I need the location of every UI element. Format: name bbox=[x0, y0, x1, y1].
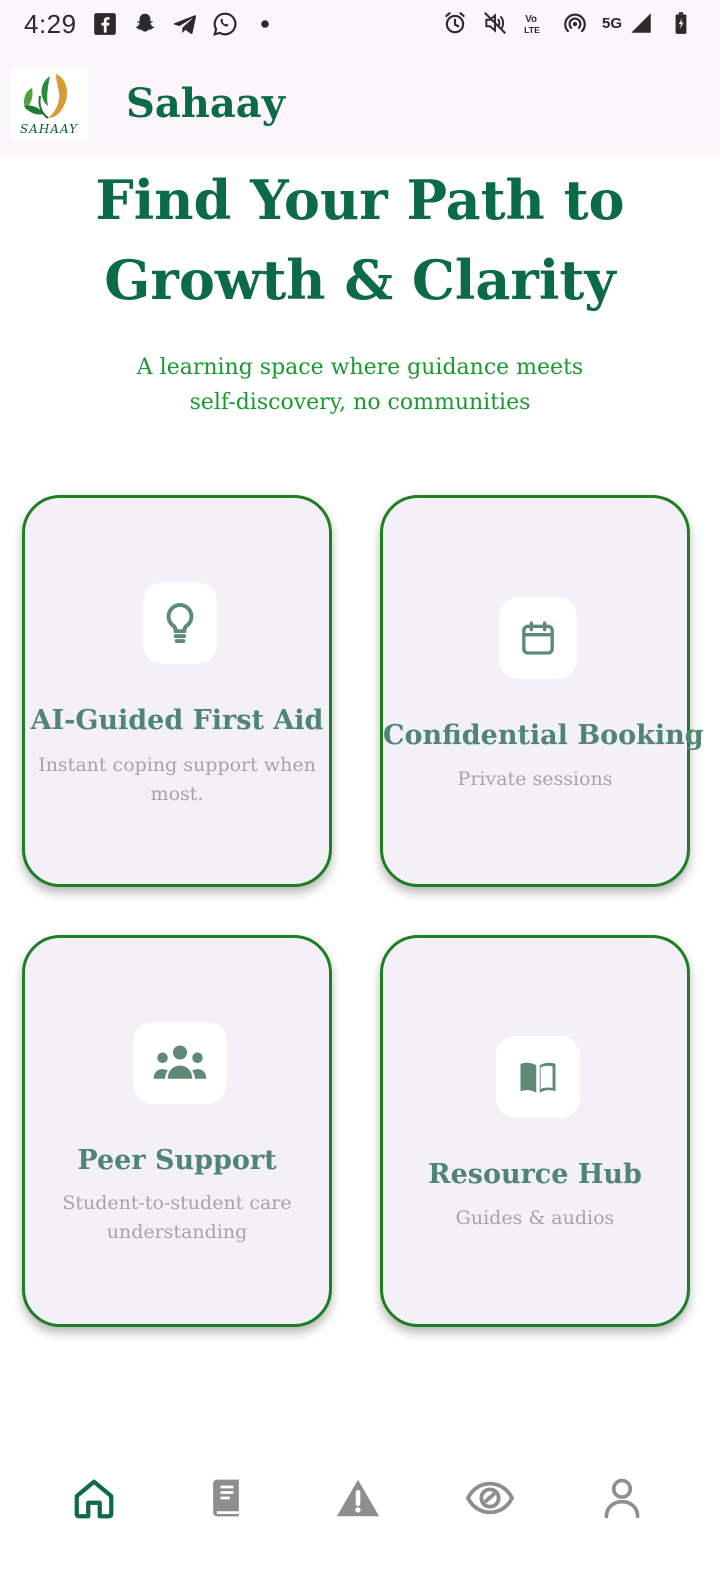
hero-title: Find Your Path to Growth & Clarity bbox=[40, 160, 680, 320]
facebook-icon bbox=[94, 13, 116, 35]
dot-icon bbox=[261, 20, 269, 28]
status-bar: 4:29 Vo LTE 5G bbox=[0, 0, 720, 50]
card-description-line-1: Guides & audios bbox=[455, 1207, 615, 1229]
app-title: Sahaay bbox=[126, 80, 285, 127]
card-description-line-2: most. bbox=[150, 783, 204, 805]
hotspot-icon bbox=[564, 13, 586, 33]
nav-journal[interactable] bbox=[196, 1466, 256, 1530]
hero-title-line-1: Find Your Path to bbox=[95, 168, 625, 232]
card-description: Student-to-student care understanding bbox=[37, 1189, 317, 1247]
snapchat-icon bbox=[135, 13, 155, 32]
alarm-icon bbox=[445, 12, 465, 34]
svg-text:Vo: Vo bbox=[525, 14, 537, 25]
hero-subtitle-line-2: self-discovery, no communities bbox=[189, 390, 531, 415]
svg-text:LTE: LTE bbox=[524, 25, 540, 35]
group-icon bbox=[153, 1045, 207, 1079]
lightbulb-icon bbox=[166, 602, 194, 644]
card-description: Guides & audios bbox=[395, 1204, 675, 1233]
card-icon-container bbox=[143, 582, 217, 664]
card-description-line-1: Private sessions bbox=[457, 768, 613, 790]
nav-home[interactable] bbox=[64, 1466, 124, 1530]
card-description-line-1: Instant coping support when bbox=[38, 754, 316, 776]
signal-icon bbox=[631, 13, 651, 33]
card-title: Resource Hub bbox=[428, 1159, 642, 1190]
card-description: Private sessions bbox=[395, 765, 675, 794]
card-description-line-1: Student-to-student care bbox=[62, 1192, 292, 1214]
status-time: 4:29 bbox=[24, 9, 77, 39]
notification-icons bbox=[92, 11, 278, 37]
card-icon-container bbox=[496, 1036, 580, 1118]
profile-icon bbox=[604, 1478, 640, 1519]
card-confidential-booking[interactable]: Confidential Booking Private sessions bbox=[380, 495, 704, 887]
whatsapp-icon bbox=[213, 12, 237, 36]
calendar-icon bbox=[522, 621, 554, 655]
card-icon-container bbox=[133, 1022, 227, 1104]
journal-icon bbox=[213, 1479, 239, 1517]
network-type: 5G bbox=[601, 14, 622, 32]
card-icon-container bbox=[499, 597, 577, 679]
battery-icon bbox=[675, 12, 687, 34]
home-icon bbox=[74, 1479, 114, 1519]
volte-icon: VoLTE bbox=[524, 14, 540, 35]
card-ai-guided-first-aid[interactable]: AI-Guided First Aid Instant coping suppo… bbox=[22, 495, 332, 887]
telegram-icon bbox=[173, 15, 197, 34]
hero-subtitle-line-1: A learning space where guidance meets bbox=[136, 355, 584, 380]
card-description-line-2: understanding bbox=[106, 1221, 248, 1243]
nav-eye[interactable] bbox=[460, 1466, 520, 1530]
logo-text: SAHAAY bbox=[19, 122, 79, 136]
card-title: Peer Support bbox=[77, 1145, 277, 1176]
nav-profile[interactable] bbox=[592, 1466, 652, 1530]
card-title: Confidential Booking bbox=[383, 720, 704, 751]
eye-icon bbox=[465, 1481, 515, 1515]
hero-title-line-2: Growth & Clarity bbox=[104, 248, 616, 312]
alert-icon bbox=[336, 1479, 380, 1517]
card-description: Instant coping support when most. bbox=[37, 751, 317, 809]
card-peer-support[interactable]: Peer Support Student-to-student care und… bbox=[22, 935, 332, 1327]
system-icons: Vo LTE 5G bbox=[442, 10, 694, 36]
bottom-nav bbox=[0, 1466, 720, 1536]
card-title: AI-Guided First Aid bbox=[30, 705, 324, 736]
app-bar: SAHAAY Sahaay bbox=[0, 50, 720, 154]
nav-alert[interactable] bbox=[328, 1466, 388, 1530]
card-resource-hub[interactable]: Resource Hub Guides & audios bbox=[380, 935, 690, 1327]
app-logo[interactable]: SAHAAY bbox=[10, 66, 88, 142]
mute-icon bbox=[484, 12, 506, 34]
hero-subtitle: A learning space where guidance meets se… bbox=[100, 350, 620, 420]
book-icon bbox=[520, 1062, 556, 1093]
